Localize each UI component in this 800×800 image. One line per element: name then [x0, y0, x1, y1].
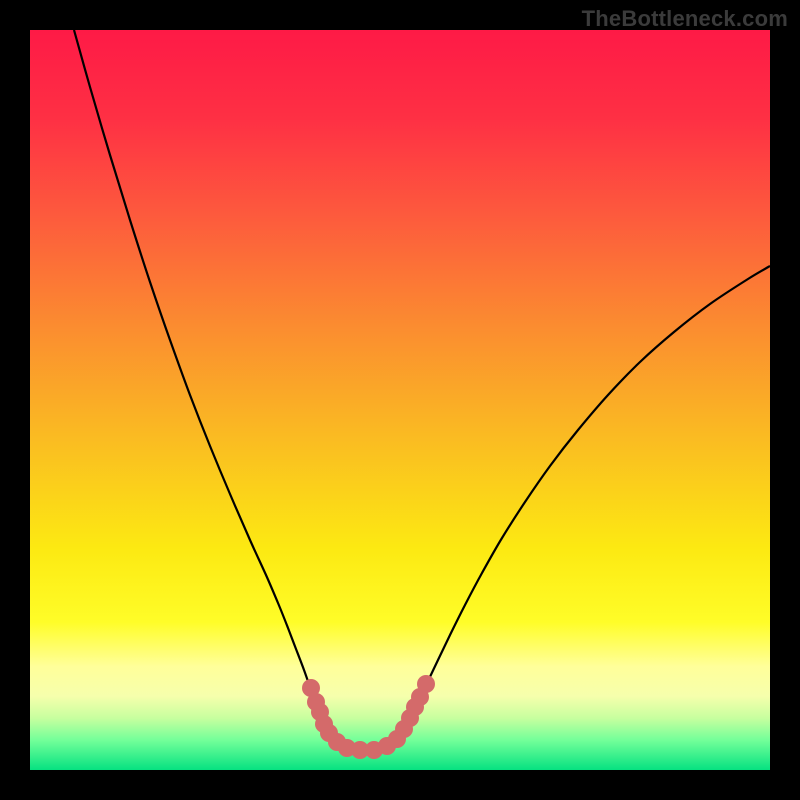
- gradient-background: [30, 30, 770, 770]
- chart-svg: [30, 30, 770, 770]
- chart-frame: TheBottleneck.com: [0, 0, 800, 800]
- watermark-text: TheBottleneck.com: [582, 6, 788, 32]
- plot-area: [30, 30, 770, 770]
- curve-marker: [417, 675, 435, 693]
